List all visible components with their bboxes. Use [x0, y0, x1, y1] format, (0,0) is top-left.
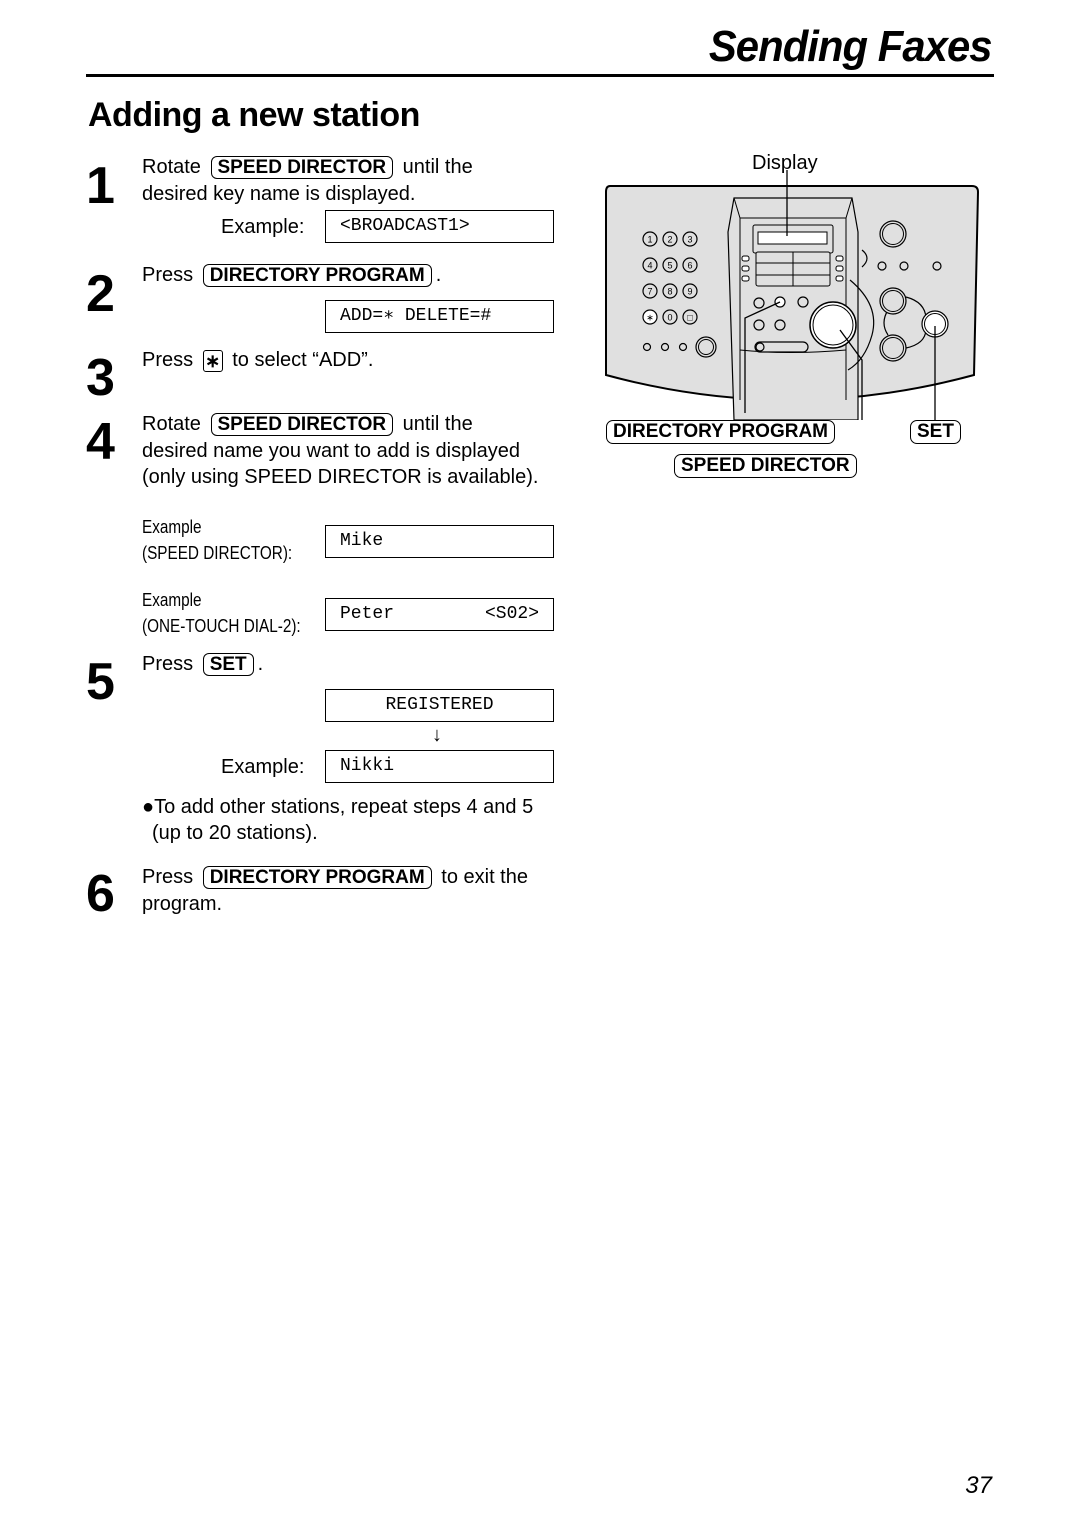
- step-2-line-1: Press DIRECTORY PROGRAM.: [142, 262, 441, 288]
- step-text: Press: [142, 349, 194, 371]
- speed-director-key: SPEED DIRECTOR: [210, 413, 394, 436]
- directory-program-key: DIRECTORY PROGRAM: [202, 866, 432, 889]
- step-1-line-1: Rotate SPEED DIRECTOR until the: [142, 154, 473, 180]
- step-number-2: 2: [86, 265, 115, 323]
- step-6-line-1: Press DIRECTORY PROGRAM to exit the: [142, 864, 528, 890]
- example-label: Example: [142, 590, 202, 610]
- lcd-text-station: <S02>: [484, 604, 539, 624]
- example-label: Example:: [221, 216, 305, 238]
- step-1-line-2: desired key name is displayed.: [142, 183, 416, 205]
- step-5-line-1: Press SET.: [142, 651, 263, 677]
- step-3-line-1: Press ∗ to select “ADD”.: [142, 347, 373, 373]
- keypad-key-label: 3: [687, 235, 692, 245]
- speed-director-key: SPEED DIRECTOR: [210, 156, 394, 179]
- step-text: to select “ADD”.: [232, 349, 374, 371]
- lcd-screen: [757, 231, 828, 245]
- keypad-key-label: 7: [647, 287, 652, 297]
- step-6-line-2: program.: [142, 893, 223, 915]
- step-text: until the: [402, 156, 473, 178]
- star-key: ∗: [202, 349, 223, 372]
- lcd-display-broadcast: <BROADCAST1>: [325, 210, 554, 243]
- header-rule: [86, 74, 994, 77]
- keypad-key-label: 0: [667, 313, 672, 323]
- keypad-key-label: 6: [687, 261, 692, 271]
- step-4-line-3: (only using SPEED DIRECTOR is available)…: [142, 466, 539, 488]
- lcd-display-registered: REGISTERED: [325, 689, 554, 722]
- keypad-key-label: 9: [687, 287, 692, 297]
- lcd-display-peter: Peter <S02>: [325, 598, 554, 631]
- step-text: Press: [142, 653, 194, 675]
- set-key: SET: [202, 653, 254, 676]
- keypad-key-label: 5: [667, 261, 672, 271]
- lcd-text-name: Peter: [340, 604, 395, 624]
- keypad-key-label: 8: [667, 287, 672, 297]
- step-number-3: 3: [86, 349, 115, 407]
- section-title: Adding a new station: [88, 96, 420, 134]
- note-line-2: (up to 20 stations).: [152, 822, 318, 844]
- example-mode-label: (ONE-TOUCH DIAL-2):: [142, 616, 301, 636]
- step-number-1: 1: [86, 157, 115, 215]
- keypad-key-label: □: [687, 313, 693, 323]
- step-text: Rotate: [142, 413, 201, 435]
- speed-director-label: SPEED DIRECTOR: [674, 454, 857, 478]
- keypad-key-label: 4: [647, 261, 652, 271]
- step-text: Press: [142, 264, 194, 286]
- lcd-display-add-delete: ADD=∗ DELETE=#: [325, 300, 554, 333]
- step-text: .: [435, 264, 442, 286]
- lcd-display-nikki: Nikki: [325, 750, 554, 783]
- step-number-4: 4: [86, 413, 115, 471]
- header-title: Sending Faxes: [709, 22, 993, 71]
- step-text: to exit the: [441, 866, 528, 888]
- directory-program-key: DIRECTORY PROGRAM: [202, 264, 432, 287]
- keypad-key-label: 1: [647, 235, 652, 245]
- example-mode-label: (SPEED DIRECTOR):: [142, 543, 293, 563]
- step-text: until the: [402, 413, 473, 435]
- step-number-5: 5: [86, 653, 115, 711]
- keypad-key-label: ∗: [646, 313, 654, 323]
- note-line-1: ●To add other stations, repeat steps 4 a…: [142, 796, 534, 818]
- example-label: Example: [142, 517, 202, 537]
- step-text: Rotate: [142, 156, 201, 178]
- set-label: SET: [910, 420, 961, 444]
- step-number-6: 6: [86, 865, 115, 923]
- step-4-line-1: Rotate SPEED DIRECTOR until the: [142, 411, 473, 437]
- keypad-key-label: 2: [667, 235, 672, 245]
- step-4-line-2: desired name you want to add is displaye…: [142, 440, 521, 462]
- page-number: 37: [965, 1472, 992, 1499]
- step-text: .: [257, 653, 264, 675]
- down-arrow-icon: ↓: [432, 724, 442, 746]
- step-text: Press: [142, 866, 194, 888]
- lcd-display-mike: Mike: [325, 525, 554, 558]
- example-label: Example:: [221, 756, 305, 778]
- fax-control-panel-diagram: 1 2 3 4 5 6 7 8 9 ∗ 0 □: [605, 170, 980, 420]
- directory-program-label: DIRECTORY PROGRAM: [606, 420, 836, 444]
